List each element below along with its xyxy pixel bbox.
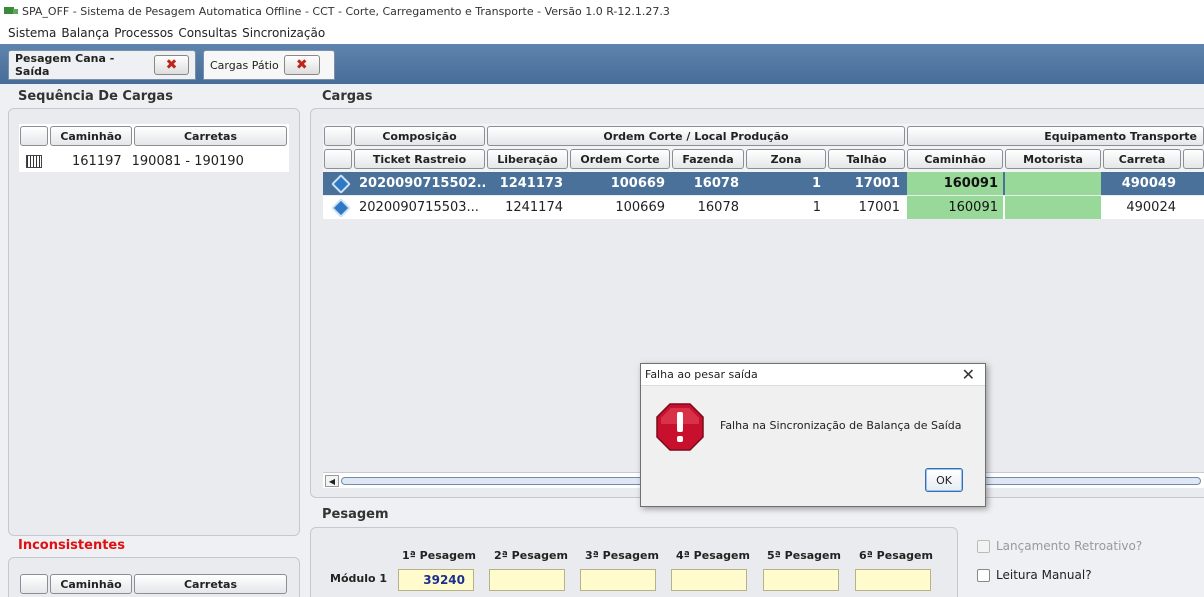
sequencia-header-caminhao[interactable]: Caminhão xyxy=(50,126,132,146)
tab-label: Cargas Pátio xyxy=(210,58,279,72)
cargas-col-icon[interactable] xyxy=(324,149,352,169)
sequencia-row[interactable]: 161197 190081 - 190190 xyxy=(20,150,288,172)
pesagem-3-field[interactable] xyxy=(580,569,656,591)
inconsistentes-title: Inconsistentes xyxy=(18,538,125,553)
cell-zona: 1 xyxy=(812,200,821,215)
pesagem-col-1: 1ª Pesagem xyxy=(402,549,476,562)
menu-sincronizacao[interactable]: Sincronização xyxy=(242,26,325,40)
cargas-title: Cargas xyxy=(322,89,373,104)
cell-caminhao: 160091 xyxy=(907,172,1003,195)
cargas-group-equipamento[interactable]: Equipamento Transporte xyxy=(907,126,1204,146)
pesagem-title: Pesagem xyxy=(322,507,389,522)
tab-pesagem-cana-saida[interactable]: Pesagem Cana - Saída ✖ xyxy=(8,50,196,80)
pesagem-col-6: 6ª Pesagem xyxy=(859,549,933,562)
cargas-col-carreta[interactable]: Carreta xyxy=(1103,149,1181,169)
cell-motorista xyxy=(1005,196,1101,219)
cell-liberacao: 1241174 xyxy=(505,200,563,215)
inconsistentes-header-carretas[interactable]: Carretas xyxy=(134,574,287,594)
cell-zona: 1 xyxy=(811,176,821,191)
pesagem-4-field[interactable] xyxy=(671,569,747,591)
cell-ordem: 100669 xyxy=(610,176,665,191)
scroll-left-icon[interactable]: ◀ xyxy=(325,475,339,487)
cargas-col-motorista[interactable]: Motorista xyxy=(1005,149,1101,169)
row-status-icon xyxy=(329,172,353,195)
cargas-col-liberacao[interactable]: Liberação xyxy=(487,149,568,169)
cell-carreta: 490024 xyxy=(1126,200,1176,215)
leitura-manual-label: Leitura Manual? xyxy=(996,568,1092,582)
sequencia-panel xyxy=(8,108,300,536)
window-title: SPA_OFF - Sistema de Pesagem Automatica … xyxy=(22,4,670,18)
pesagem-col-2: 2ª Pesagem xyxy=(494,549,568,562)
inconsistentes-header-caminhao[interactable]: Caminhão xyxy=(50,574,132,594)
tab-label: Pesagem Cana - Saída xyxy=(15,52,115,78)
table-row[interactable]: 2020090715502... 1241173 100669 16078 1 … xyxy=(323,172,1204,195)
tab-close-icon[interactable]: ✖ xyxy=(283,55,320,75)
cargas-col-caminhao[interactable]: Caminhão xyxy=(907,149,1003,169)
cargas-group-composicao[interactable]: Composição xyxy=(354,126,485,146)
sequencia-header-carretas[interactable]: Carretas xyxy=(134,126,287,146)
dialog-titlebar: Falha ao pesar saída ✕ xyxy=(641,364,985,386)
cell-motorista xyxy=(1005,172,1101,195)
close-icon[interactable]: ✕ xyxy=(962,365,975,384)
lancamento-retroativo-checkbox[interactable] xyxy=(977,540,990,553)
cell-ticket: 2020090715502... xyxy=(359,176,485,191)
tab-close-icon[interactable]: ✖ xyxy=(153,55,189,75)
cell-fazenda: 16078 xyxy=(693,176,739,191)
pesagem-2-field[interactable] xyxy=(489,569,565,591)
cell-liberacao: 1241173 xyxy=(499,176,563,191)
lancamento-retroativo-label: Lançamento Retroativo? xyxy=(996,539,1143,553)
cell-talhao: 17001 xyxy=(858,200,900,215)
sequencia-header-icon-col[interactable] xyxy=(20,126,48,146)
ok-button[interactable]: OK xyxy=(925,468,963,492)
pesagem-col-3: 3ª Pesagem xyxy=(585,549,659,562)
cell-fazenda: 16078 xyxy=(697,200,739,215)
modulo-label: Módulo 1 xyxy=(330,572,388,585)
menu-sistema[interactable]: Sistema xyxy=(8,26,56,40)
pesagem-col-5: 5ª Pesagem xyxy=(767,549,841,562)
dialog-title: Falha ao pesar saída xyxy=(645,368,758,381)
inconsistentes-header-icon-col[interactable] xyxy=(20,574,48,594)
menu-balanca[interactable]: Balança xyxy=(61,26,109,40)
cargas-group-blank[interactable] xyxy=(324,126,352,146)
error-stop-icon xyxy=(656,403,704,451)
cell-carreta: 490049 xyxy=(1121,176,1176,191)
window-titlebar: SPA_OFF - Sistema de Pesagem Automatica … xyxy=(0,0,1204,22)
leitura-manual-checkbox[interactable] xyxy=(977,569,990,582)
cargas-col-fazenda[interactable]: Fazenda xyxy=(672,149,744,169)
sequencia-caminhao: 161197 xyxy=(72,153,122,169)
row-status-icon xyxy=(329,196,353,219)
menu-consultas[interactable]: Consultas xyxy=(178,26,237,40)
cargas-col-more[interactable] xyxy=(1183,149,1204,169)
pesagem-6-field[interactable] xyxy=(855,569,931,591)
pesagem-5-field[interactable] xyxy=(763,569,839,591)
diamond-icon xyxy=(331,197,351,218)
cargas-group-ordem-corte[interactable]: Ordem Corte / Local Produção xyxy=(487,126,905,146)
menu-bar: Sistema Balança Processos Consultas Sinc… xyxy=(0,22,1204,44)
pesagem-col-4: 4ª Pesagem xyxy=(676,549,750,562)
menu-processos[interactable]: Processos xyxy=(114,26,173,40)
table-row[interactable]: 2020090715503... 1241174 100669 16078 1 … xyxy=(323,196,1204,219)
cell-ticket: 2020090715503... xyxy=(359,200,479,215)
pesagem-1-field[interactable]: 39240 xyxy=(398,569,474,591)
cargas-col-ticket[interactable]: Ticket Rastreio xyxy=(354,149,485,169)
barcode-icon xyxy=(26,154,42,168)
cargas-col-ordem-corte[interactable]: Ordem Corte xyxy=(570,149,670,169)
cargas-col-talhao[interactable]: Talhão xyxy=(828,149,905,169)
cell-talhao: 17001 xyxy=(854,176,900,191)
cell-caminhao: 160091 xyxy=(907,196,1003,219)
cargas-col-zona[interactable]: Zona xyxy=(746,149,826,169)
cell-ordem: 100669 xyxy=(615,200,665,215)
sequencia-carretas: 190081 - 190190 xyxy=(131,153,244,169)
error-dialog: Falha ao pesar saída ✕ Falha na Sincroni… xyxy=(640,363,986,507)
tab-cargas-patio[interactable]: Cargas Pátio ✖ xyxy=(203,50,335,80)
truck-app-icon xyxy=(4,5,18,17)
diamond-icon xyxy=(331,173,351,194)
sequencia-title: Sequência De Cargas xyxy=(18,89,173,104)
dialog-message: Falha na Sincronização de Balança de Saí… xyxy=(720,419,962,432)
tab-bar: Pesagem Cana - Saída ✖ Cargas Pátio ✖ xyxy=(0,44,1204,84)
